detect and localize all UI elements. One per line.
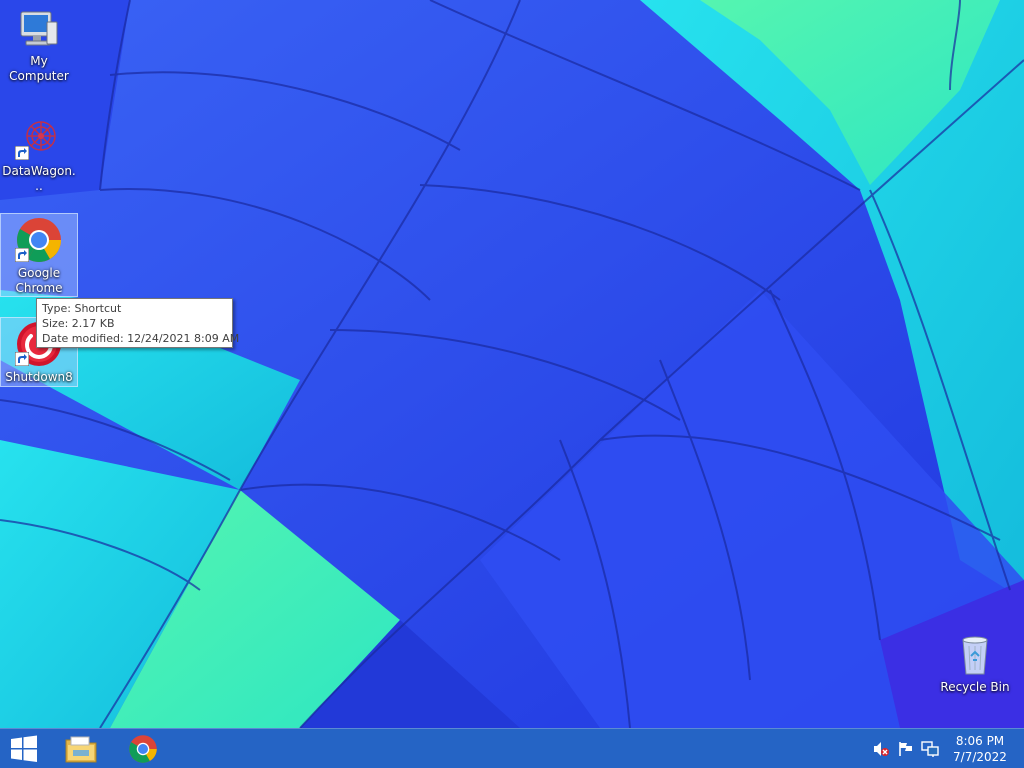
desktop-icon-google-chrome[interactable]: Google Chrome: [0, 213, 78, 297]
taskbar: 8:06 PM 7/7/2022: [0, 728, 1024, 768]
desktop[interactable]: My Computer DataWagon... Google Chrome S…: [0, 0, 1024, 768]
network-icon[interactable]: [921, 741, 939, 757]
desktop-icon-label: Recycle Bin: [940, 680, 1010, 694]
taskbar-chrome-button[interactable]: [118, 729, 168, 768]
action-center-flag-icon[interactable]: [897, 741, 915, 757]
system-clock[interactable]: 8:06 PM 7/7/2022: [944, 733, 1016, 765]
shortcut-arrow-icon: [15, 146, 29, 160]
shortcut-tooltip: Type: Shortcut Size: 2.17 KB Date modifi…: [36, 298, 240, 348]
tooltip-size: Size: 2.17 KB: [42, 317, 115, 330]
taskbar-file-explorer-button[interactable]: [56, 729, 106, 768]
tooltip-date-modified: Date modified: 12/24/2021 8:09 AM: [42, 332, 240, 345]
desktop-icon-label: My Computer: [9, 54, 69, 83]
recycle-bin-icon: [951, 630, 999, 678]
start-button[interactable]: [0, 729, 48, 768]
chrome-icon: [129, 735, 157, 763]
desktop-icon-datawagon[interactable]: DataWagon...: [0, 112, 78, 193]
clock-date: 7/7/2022: [953, 750, 1007, 764]
start-icon: [11, 735, 37, 762]
desktop-wallpaper: [0, 0, 1024, 728]
desktop-icon-recycle-bin[interactable]: Recycle Bin: [936, 628, 1014, 698]
datawagon-icon: [15, 114, 63, 162]
chrome-icon: [15, 216, 63, 264]
shortcut-arrow-icon: [15, 352, 29, 366]
computer-icon: [17, 8, 61, 52]
clock-time: 8:06 PM: [955, 734, 1005, 748]
tooltip-type: Type: Shortcut: [42, 302, 122, 315]
desktop-icon-label: Shutdown8: [5, 370, 73, 384]
shortcut-arrow-icon: [15, 248, 29, 262]
file-explorer-icon: [65, 736, 97, 763]
desktop-icon-label: DataWagon...: [2, 164, 76, 193]
desktop-icon-my-computer[interactable]: My Computer: [0, 6, 78, 83]
desktop-icon-label: Google Chrome: [15, 266, 63, 295]
speaker-muted-icon[interactable]: [872, 741, 890, 757]
